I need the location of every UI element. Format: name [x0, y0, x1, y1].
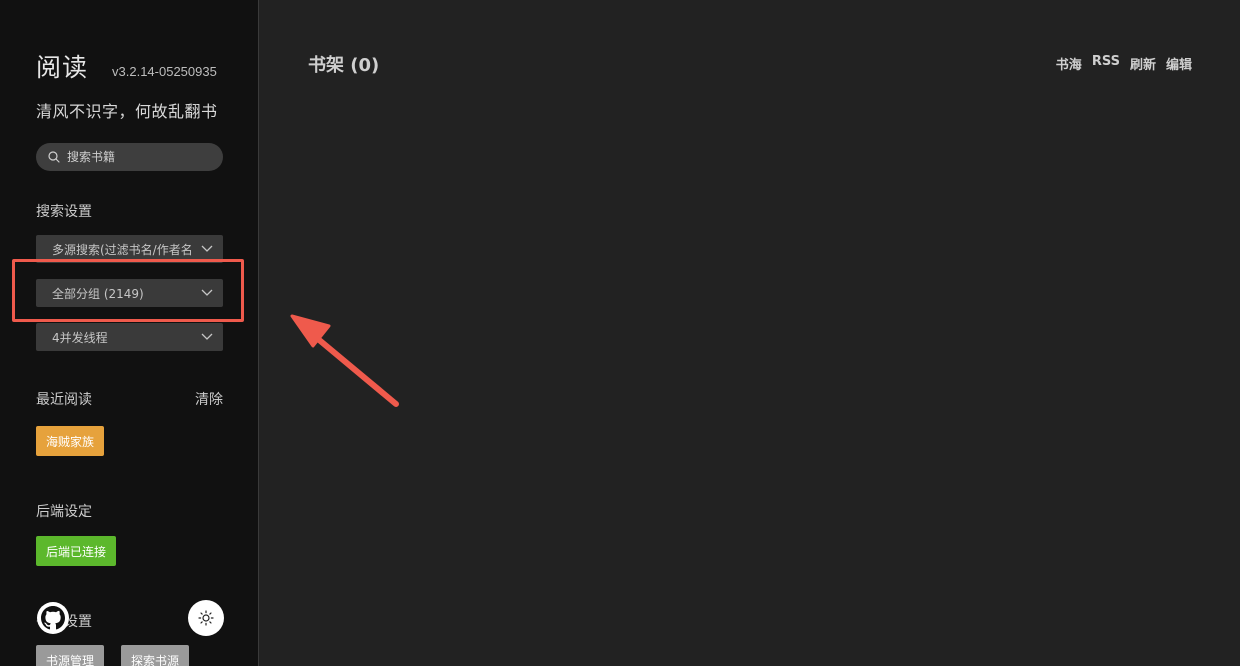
app-window: 阅读 v3.2.14-05250935 清风不识字，何故乱翻书 搜索设置 多源搜…	[0, 0, 1240, 666]
threads-select[interactable]: 4并发线程	[36, 323, 223, 351]
search-icon	[48, 151, 60, 163]
search-mode-select[interactable]: 多源搜索(过滤书名/作者名	[36, 235, 223, 263]
source-manage-button[interactable]: 书源管理	[36, 645, 105, 666]
chevron-down-icon	[201, 245, 213, 252]
clear-recent-button[interactable]: 清除	[195, 389, 223, 409]
github-button[interactable]	[37, 602, 69, 634]
rss-link[interactable]: RSS	[1092, 54, 1120, 73]
chevron-down-icon	[201, 289, 213, 296]
book-sea-link[interactable]: 书海	[1056, 54, 1082, 73]
brand-title: 阅读	[36, 53, 89, 82]
backend-status-button[interactable]: 后端已连接	[36, 536, 117, 566]
search-box[interactable]	[36, 143, 223, 171]
chevron-down-icon	[201, 333, 213, 340]
bookshelf-title: 书架 (0)	[308, 55, 380, 76]
explore-source-button[interactable]: 探索书源	[121, 645, 190, 666]
search-settings-label: 搜索设置	[36, 204, 92, 220]
threads-select-value: 4并发线程	[52, 330, 108, 345]
group-select-value: 全部分组 (2149)	[52, 286, 144, 301]
backend-settings-label: 后端设定	[36, 504, 92, 520]
edit-link[interactable]: 编辑	[1166, 54, 1192, 73]
top-actions: 书海 RSS 刷新 编辑	[1056, 54, 1192, 73]
theme-toggle-button[interactable]	[188, 600, 224, 636]
tagline: 清风不识字，何故乱翻书	[36, 102, 218, 121]
group-select[interactable]: 全部分组 (2149)	[36, 279, 223, 307]
github-icon	[41, 606, 65, 630]
search-input[interactable]	[67, 150, 223, 164]
sun-icon	[198, 610, 214, 626]
sidebar: 阅读 v3.2.14-05250935 清风不识字，何故乱翻书 搜索设置 多源搜…	[0, 0, 259, 666]
recent-reading-label: 最近阅读	[36, 392, 92, 408]
search-mode-value: 多源搜索(过滤书名/作者名	[52, 242, 193, 257]
recent-book-tag[interactable]: 海贼家族	[36, 426, 105, 456]
brand: 阅读 v3.2.14-05250935	[36, 48, 217, 84]
refresh-link[interactable]: 刷新	[1130, 54, 1156, 73]
main-content: 书架 (0) 书海 RSS 刷新 编辑	[260, 0, 1240, 666]
app-version: v3.2.14-05250935	[112, 64, 217, 79]
